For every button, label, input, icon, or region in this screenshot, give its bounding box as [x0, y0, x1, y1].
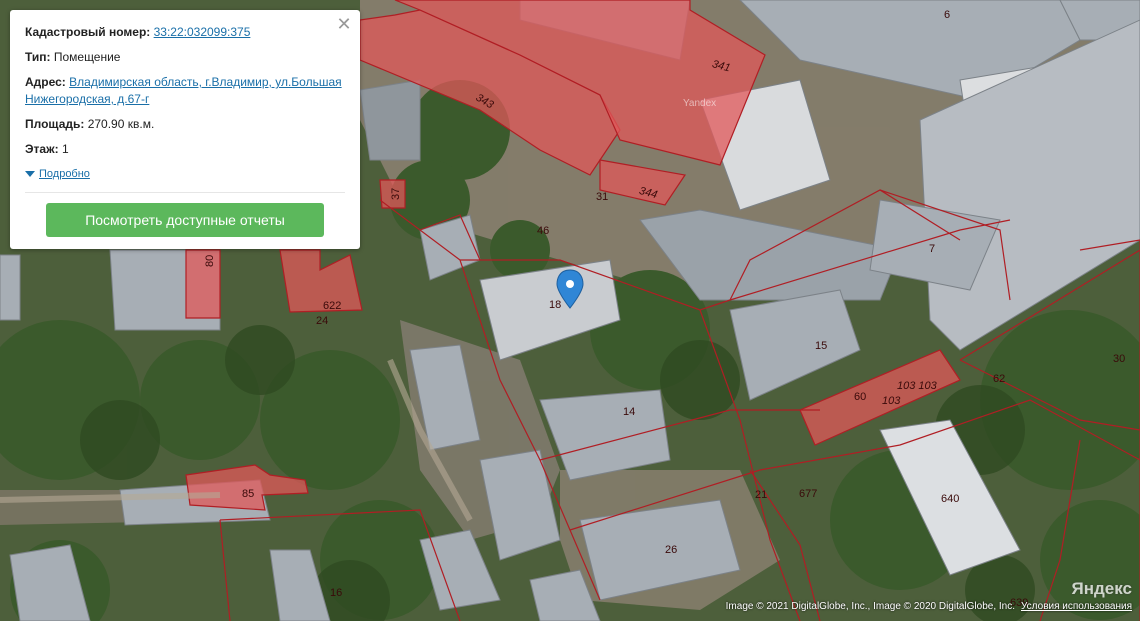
floor-label: Этаж: — [25, 142, 59, 156]
parcel-label: 60 — [854, 391, 866, 403]
parcel-label: 15 — [815, 340, 827, 352]
parcel-label: 24 — [316, 315, 328, 327]
parcel-label: 26 — [665, 544, 677, 556]
copyright-text: Image © 2021 DigitalGlobe, Inc., Image ©… — [725, 601, 1015, 612]
parcel-label: 80 — [204, 255, 216, 267]
parcel-label: 14 — [623, 406, 635, 418]
address-link[interactable]: Владимирская область, г.Владимир, ул.Бол… — [25, 75, 342, 106]
yandex-logo: Яндекс — [1071, 579, 1132, 598]
parcel-label: 85 — [242, 488, 254, 500]
cadastral-number-label: Кадастровый номер: — [25, 25, 151, 39]
parcel-label: 6 — [944, 9, 950, 21]
cadastral-number-link[interactable]: 33:22:032099:375 — [154, 25, 251, 39]
parcel-label: 37 — [390, 188, 402, 200]
divider — [25, 192, 345, 193]
type-row: Тип: Помещение — [25, 49, 345, 66]
floor-row: Этаж: 1 — [25, 141, 345, 158]
parcel-label: 31 — [596, 191, 608, 203]
address-row: Адрес: Владимирская область, г.Владимир,… — [25, 74, 345, 108]
cadastral-info-popup: ✕ Кадастровый номер: 33:22:032099:375 Ти… — [10, 10, 360, 249]
parcel-label: 62 — [993, 373, 1005, 385]
more-details-label: Подробно — [39, 168, 90, 180]
area-label: Площадь: — [25, 117, 85, 131]
parcel-label: 677 — [799, 488, 817, 500]
parcel-label: 103 — [882, 395, 901, 407]
more-details-toggle[interactable]: Подробно — [25, 168, 90, 180]
map-copyright: Image © 2021 DigitalGlobe, Inc., Image ©… — [726, 601, 1132, 612]
type-value: Помещение — [53, 50, 121, 64]
area-value: 270.90 кв.м. — [87, 117, 155, 131]
parcel-label: 18 — [549, 299, 561, 311]
area-row: Площадь: 270.90 кв.м. — [25, 116, 345, 133]
chevron-down-icon — [25, 171, 35, 177]
terms-of-use-link[interactable]: Условия использования — [1021, 601, 1132, 612]
parcel-label: 46 — [537, 225, 549, 237]
view-reports-button[interactable]: Посмотреть доступные отчеты — [46, 203, 324, 237]
close-icon[interactable]: ✕ — [336, 15, 352, 33]
parcel-label: 16 — [330, 587, 342, 599]
address-label: Адрес: — [25, 75, 66, 89]
type-label: Тип: — [25, 50, 51, 64]
map-watermark: Yandex — [683, 98, 716, 109]
parcel-label: 640 — [941, 493, 959, 505]
parcel-label: 7 — [929, 243, 935, 255]
parcel-label: 103 103 — [897, 380, 938, 392]
cadastral-number-row: Кадастровый номер: 33:22:032099:375 — [25, 24, 345, 41]
parcel-label: 21 — [755, 489, 767, 501]
parcel-label: 30 — [1113, 353, 1125, 365]
parcel-label: 622 — [323, 300, 341, 312]
floor-value: 1 — [61, 142, 69, 156]
